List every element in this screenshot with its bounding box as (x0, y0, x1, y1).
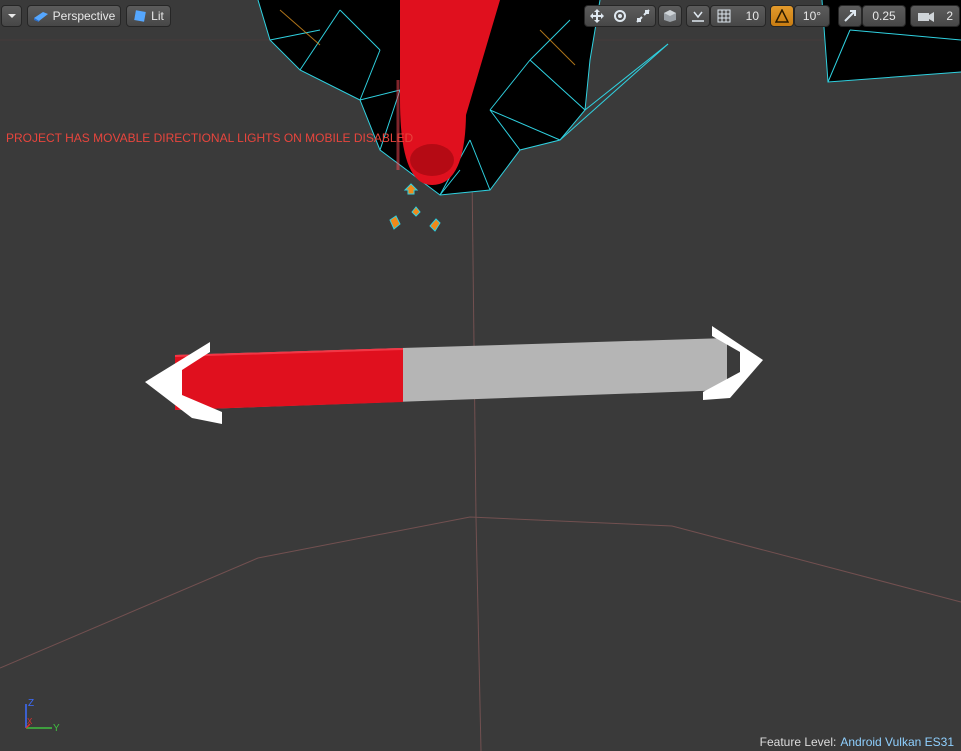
scale-icon (636, 9, 651, 23)
diagonal-arrow-icon (844, 10, 856, 22)
camera-icon (918, 12, 934, 22)
lit-button[interactable]: Lit (126, 5, 171, 27)
wireframe-mesh (257, 0, 961, 196)
light-source-icon[interactable] (389, 183, 441, 232)
rotation-snap-toggle[interactable] (770, 5, 794, 27)
rotate-tool-button[interactable] (609, 6, 631, 26)
lit-label: Lit (151, 9, 164, 23)
transform-tools (584, 5, 656, 27)
cube-icon (664, 10, 676, 22)
axis-indicator: Z Y X (25, 698, 60, 734)
perspective-cube-icon (33, 12, 48, 22)
scale-snap-toggle[interactable] (838, 5, 862, 27)
axis-y-label: Y (53, 723, 60, 734)
move-arrows-icon (589, 9, 604, 23)
rotate-icon (613, 10, 626, 22)
coordinate-system-button[interactable] (658, 5, 682, 27)
feature-level-indicator: Feature Level: Android Vulkan ES31 (760, 735, 954, 749)
scale-snap-value-button[interactable]: 0.25 (862, 5, 906, 27)
rotation-snap-value-button[interactable]: 10° (794, 5, 830, 27)
viewport-menu-button[interactable] (1, 5, 22, 27)
mobile-lights-warning: PROJECT HAS MOVABLE DIRECTIONAL LIGHTS O… (6, 131, 414, 145)
lit-sphere-icon (134, 10, 146, 22)
chevron-down-icon (7, 14, 16, 18)
perspective-label: Perspective (52, 9, 116, 23)
scale-gizmo-bar[interactable] (145, 326, 763, 424)
scene-render[interactable] (0, 0, 961, 751)
translate-tool-button[interactable] (586, 6, 608, 26)
axis-x-label: X (27, 717, 33, 726)
axis-z-label: Z (28, 698, 34, 709)
feature-level-value[interactable]: Android Vulkan ES31 (840, 735, 954, 749)
level-viewport[interactable]: Perspective Lit 10 10° 0.25 2 PROJECT HA… (0, 0, 961, 751)
feature-level-label: Feature Level: (759, 735, 837, 749)
grid-snap-button[interactable]: 10 (710, 5, 766, 27)
surface-snap-button[interactable] (686, 5, 710, 27)
scale-snap-value[interactable]: 0.25 (872, 9, 895, 23)
scale-tool-button[interactable] (632, 6, 654, 26)
grid-icon (717, 9, 731, 23)
angle-icon (775, 9, 789, 23)
rotation-snap-value[interactable]: 10° (803, 9, 821, 23)
surface-snap-icon (692, 11, 704, 22)
perspective-button[interactable]: Perspective (27, 5, 121, 27)
camera-speed-button[interactable]: 2 (910, 5, 960, 27)
grid-snap-value[interactable]: 10 (746, 9, 759, 23)
camera-speed-value: 2 (946, 9, 953, 23)
